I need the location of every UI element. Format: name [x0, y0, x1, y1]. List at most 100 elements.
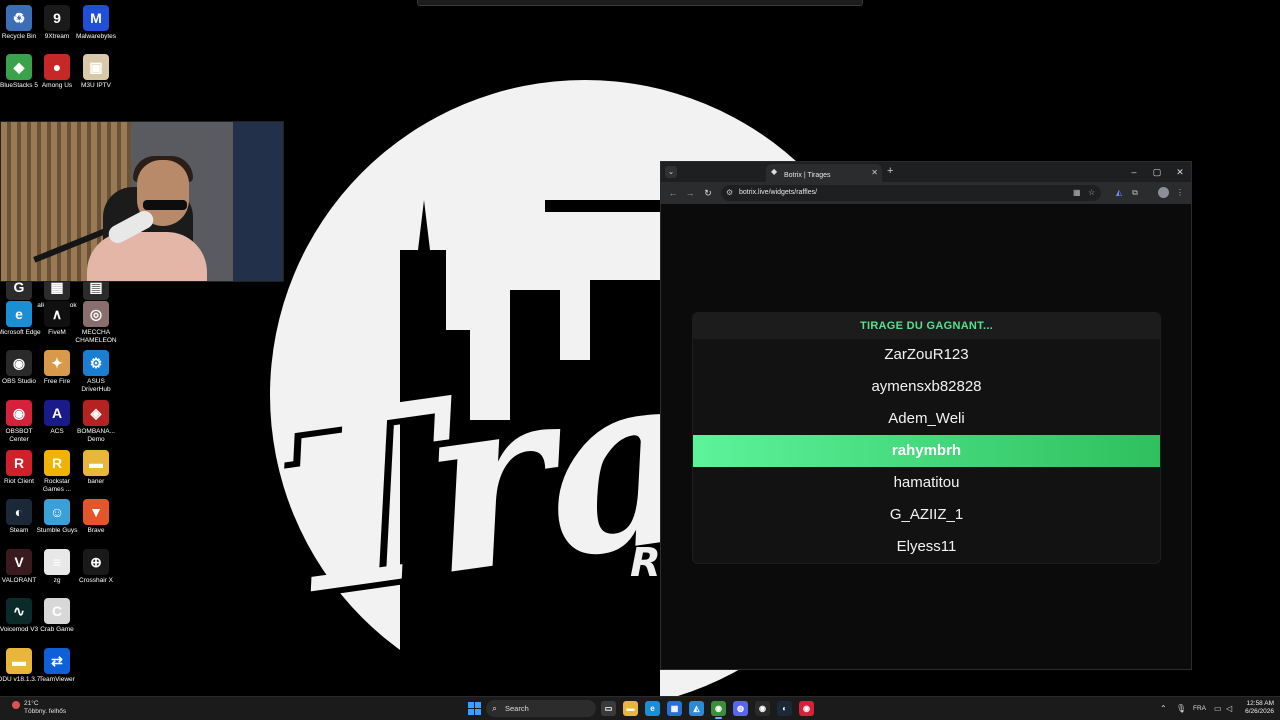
translate-icon[interactable]: ▦ [1073, 187, 1081, 199]
taskbar-edge-icon[interactable]: e [645, 701, 660, 716]
desktop-icon-label: BOMBANA... Demo [77, 428, 115, 443]
desktop-icon-teamviewer[interactable]: ⇄ TeamViewer [34, 648, 80, 684]
start-button[interactable] [468, 702, 481, 715]
raffle-entry-row: Elyess11 [896, 538, 957, 555]
clock-time: 12:58 AM [1246, 700, 1274, 707]
steam-icon: ◐ [6, 499, 32, 525]
desktop-icon-malwarebytes[interactable]: M Malwarebytes [73, 5, 119, 41]
tab-bar: ⌄ ◆ Botrix | Tirages ✕ + – ▢ ✕ [661, 162, 1191, 182]
clock[interactable]: 12:58 AM 6/26/2026 [1242, 700, 1274, 716]
taskbar-task-view-icon[interactable]: ▭ [601, 701, 616, 716]
desktop-icon-label: M3U IPTV [81, 82, 111, 89]
taskbar-chrome-icon[interactable]: ◉ [711, 701, 726, 719]
free-fire-icon: ✦ [44, 350, 70, 376]
url-text[interactable]: botrix.live/widgets/raffles/ [739, 185, 817, 201]
volume-icon[interactable]: ◁ [1226, 701, 1232, 716]
network-icon[interactable]: ▭ [1214, 701, 1222, 716]
raffle-widget: TIRAGE DU GAGNANT... ZarZouR123 aymensxb8… [692, 312, 1161, 564]
taskbar-store-icon[interactable]: ▦ [667, 701, 682, 716]
raffle-entry-list: ZarZouR123 aymensxb82828 Adem_Weli rahymbrh… [693, 339, 1160, 563]
browser-window: ⌄ ◆ Botrix | Tirages ✕ + – ▢ ✕ ← → ↻ ⚙ b… [660, 161, 1192, 670]
desktop-icon-label: MECCHA CHAMELEON [75, 329, 117, 344]
close-button[interactable]: ✕ [1169, 164, 1191, 180]
taskbar-steam-icon[interactable]: ◐ [777, 701, 792, 716]
meccha-chameleon-icon: ◎ [83, 301, 109, 327]
extension-icon[interactable]: ◭ [1112, 186, 1126, 200]
desktop-icon-label: Crab Game [40, 626, 74, 633]
forward-arrow-icon[interactable]: → [683, 186, 697, 200]
desktop-icon-asus-driverhub[interactable]: ⚙ ASUS DriverHub [73, 350, 119, 393]
stumble-guys-icon: ☺ [44, 499, 70, 525]
bluestacks-icon: ◆ [6, 54, 32, 80]
weather-widget[interactable]: 21°C Többny. felhős [12, 700, 66, 716]
folder-icon: ▬ [83, 450, 109, 476]
clock-date: 6/26/2026 [1245, 708, 1274, 715]
back-arrow-icon[interactable]: ← [666, 186, 680, 200]
language-indicator[interactable]: FRA [1193, 701, 1206, 716]
text-file-icon: ≡ [44, 549, 70, 575]
profile-avatar[interactable] [1158, 187, 1169, 198]
fivem-icon: ∧ [44, 301, 70, 327]
desktop-icon-folder[interactable]: ▬ baner [73, 450, 119, 486]
raffle-entry-row: hamatitou [893, 474, 960, 491]
desktop-icon-label: Crosshair X [79, 577, 113, 584]
raffle-winner-row: rahymbrh [693, 435, 1160, 467]
reload-icon[interactable]: ↻ [701, 186, 715, 200]
teamviewer-icon: ⇄ [44, 648, 70, 674]
weather-alert-icon [12, 701, 20, 709]
obs-studio-icon: ◉ [6, 350, 32, 376]
folder-icon: ▬ [6, 648, 32, 674]
raffle-entry-row: G_AZIIZ_1 [889, 506, 964, 523]
site-info-icon[interactable]: ⚙ [726, 187, 733, 199]
rockstar-games-icon: R [44, 450, 70, 476]
taskbar-obs-icon[interactable]: ◉ [755, 701, 770, 716]
tab-botrix[interactable]: ◆ Botrix | Tirages ✕ [766, 164, 882, 182]
desktop-icon-crosshair-x[interactable]: ⊕ Crosshair X [73, 549, 119, 585]
crosshair-x-icon: ⊕ [83, 549, 109, 575]
recycle-bin-icon: ♻ [6, 5, 32, 31]
desktop-icon-label: TeamViewer [39, 676, 75, 683]
address-bar[interactable]: ⚙ botrix.live/widgets/raffles/ ▦ ☆ [721, 185, 1101, 201]
webcam-overlay [0, 121, 284, 282]
maximize-button[interactable]: ▢ [1146, 164, 1168, 180]
obsbot-center-icon: ◉ [6, 400, 32, 426]
taskbar-obsbot-icon[interactable]: ◉ [799, 701, 814, 716]
extensions-puzzle-icon[interactable]: ⧉ [1128, 186, 1142, 200]
tab-search-button[interactable]: ⌄ [665, 166, 677, 178]
edge-icon: e [6, 301, 32, 327]
tray-overflow-icon[interactable]: ⌃ [1160, 701, 1167, 716]
microphone-icon[interactable]: 🎙 [1176, 701, 1186, 716]
browser-toolbar: ← → ↻ ⚙ botrix.live/widgets/raffles/ ▦ ☆… [661, 182, 1191, 204]
desktop-icon-label: ASUS DriverHub [81, 378, 111, 393]
tab-close-icon[interactable]: ✕ [871, 166, 878, 179]
weather-temp: 21°C [24, 700, 39, 707]
desktop-icon-label: Brave [87, 527, 105, 534]
raffle-entry-row: Adem_Weli [888, 410, 965, 427]
desktop-icon-bombana-demo[interactable]: ◈ BOMBANA... Demo [73, 400, 119, 443]
desktop-icon-label: baner [87, 478, 105, 485]
taskbar-discord-icon[interactable]: ◍ [733, 701, 748, 716]
taskbar-file-explorer-icon[interactable]: ▬ [623, 701, 638, 716]
minimize-button[interactable]: – [1123, 164, 1145, 180]
desktop-icon-brave[interactable]: ▼ Brave [73, 499, 119, 535]
desktop-icon-m3u-iptv[interactable]: ▣ M3U IPTV [73, 54, 119, 90]
crab-game-icon: C [44, 598, 70, 624]
malwarebytes-icon: M [83, 5, 109, 31]
desktop: Trap R ♻ Recycle Bin 9 9Xtream M Malwarebytes… [0, 0, 1280, 696]
desktop-icon-crab-game[interactable]: C Crab Game [34, 598, 80, 634]
taskbar-search[interactable]: ⌕ Search [486, 700, 596, 717]
taskbar: 21°C Többny. felhős ⌕ Search ▭ ▬ e ▦ ◭ ◉ ◍ ◉ ◐ ◉ … [0, 696, 1280, 720]
search-label: Search [505, 704, 529, 713]
taskbar-photos-icon[interactable]: ◭ [689, 701, 704, 716]
desktop-icon-meccha-chameleon[interactable]: ◎ MECCHA CHAMELEON [73, 301, 119, 344]
9xtream-icon: 9 [44, 5, 70, 31]
menu-kebab-icon[interactable]: ⋮ [1173, 186, 1187, 200]
desktop-icon-label: Malwarebytes [75, 33, 117, 40]
asus-driverhub-icon: ⚙ [83, 350, 109, 376]
valorant-icon: V [6, 549, 32, 575]
raffle-entry-row: aymensxb82828 [871, 378, 982, 395]
bookmark-star-icon[interactable]: ☆ [1088, 187, 1095, 199]
new-tab-button[interactable]: + [887, 164, 893, 179]
bombana-demo-icon: ◈ [83, 400, 109, 426]
raffle-heading: TIRAGE DU GAGNANT... [693, 313, 1160, 339]
